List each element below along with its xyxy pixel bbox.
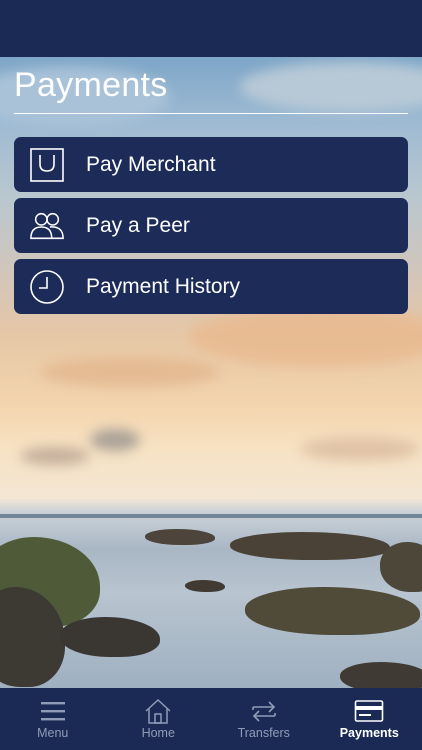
- payment-history-label: Payment History: [86, 274, 241, 298]
- page-title: Payments: [14, 66, 168, 104]
- tab-menu-label: Menu: [37, 726, 69, 740]
- tab-menu[interactable]: Menu: [0, 688, 106, 750]
- tab-home[interactable]: Home: [106, 688, 212, 750]
- tab-bar: Menu Home Transfers Payments: [0, 688, 422, 750]
- pay-peer-label: Pay a Peer: [86, 213, 190, 237]
- shopping-bag-icon: [29, 147, 65, 183]
- title-divider: [14, 113, 408, 114]
- card-icon: [354, 698, 384, 724]
- transfer-arrows-icon: [250, 698, 278, 724]
- tab-home-label: Home: [141, 726, 175, 740]
- tab-payments[interactable]: Payments: [317, 688, 422, 750]
- clock-icon: [29, 269, 65, 305]
- tab-transfers[interactable]: Transfers: [211, 688, 317, 750]
- pay-merchant-button[interactable]: Pay Merchant: [14, 137, 408, 192]
- home-icon: [144, 698, 172, 724]
- pay-peer-button[interactable]: Pay a Peer: [14, 198, 408, 253]
- people-icon: [29, 208, 65, 244]
- status-bar: [0, 0, 422, 57]
- payment-history-button[interactable]: Payment History: [14, 259, 408, 314]
- pay-merchant-label: Pay Merchant: [86, 152, 216, 176]
- tab-payments-label: Payments: [339, 726, 399, 740]
- tab-transfers-label: Transfers: [237, 726, 290, 740]
- hamburger-menu-icon: [40, 698, 66, 724]
